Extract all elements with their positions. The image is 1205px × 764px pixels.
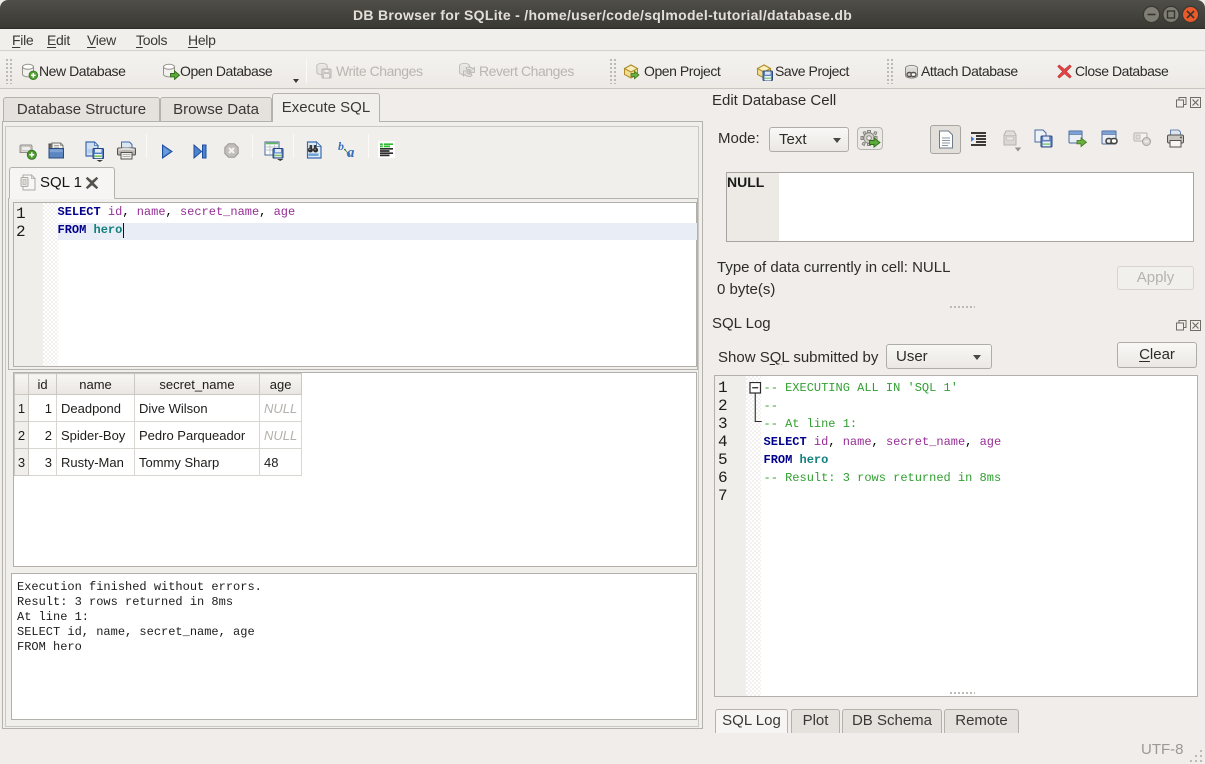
svg-text:b: b [338,140,344,153]
svg-text:a: a [347,145,355,159]
